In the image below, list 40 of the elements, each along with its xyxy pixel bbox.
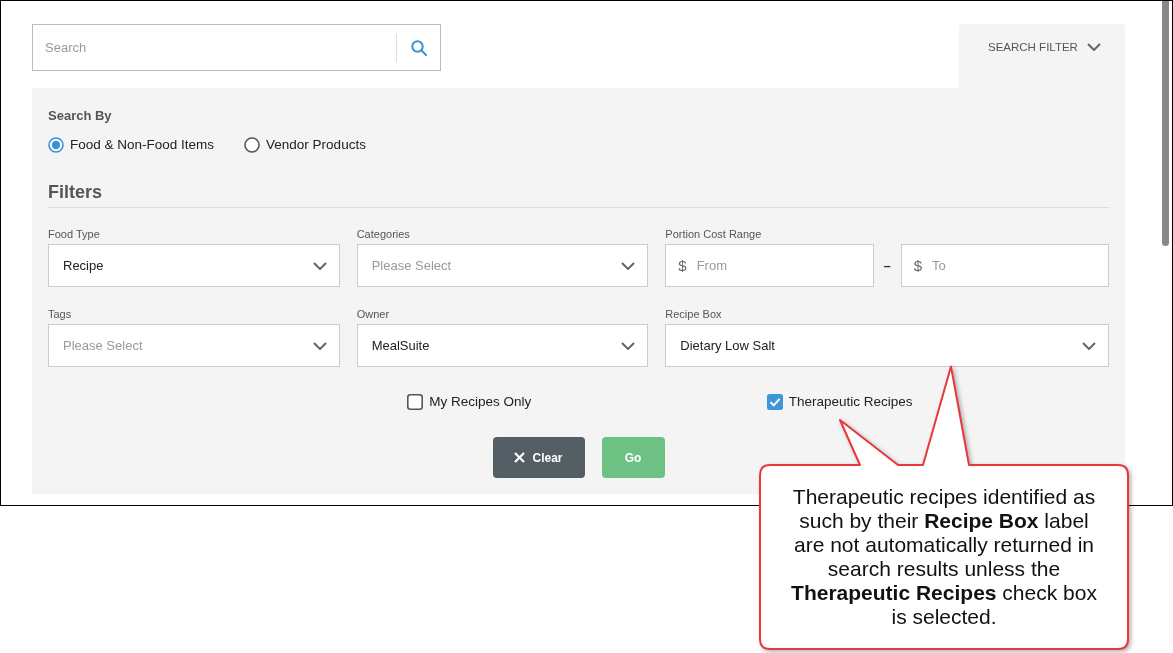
field-label: Tags [48, 307, 72, 321]
callout-text: Therapeutic recipes identified as such by their Recipe Box label are not automatically returned in search results unless the Therapeutic Recipes check box is selected. [790, 485, 1098, 629]
chevron-icon [312, 341, 327, 350]
field-label: Categories [356, 227, 410, 241]
chevron-icon [621, 261, 636, 270]
field-label: Portion Cost Range [665, 227, 762, 241]
radio-button[interactable] [244, 137, 261, 153]
search-input[interactable]: Search [33, 25, 396, 70]
search-icon[interactable] [410, 39, 427, 56]
field-label: Recipe Box [665, 307, 722, 321]
field-label: Food Type [48, 227, 100, 241]
checkbox[interactable] [407, 394, 424, 410]
chevron-icon [1086, 43, 1101, 51]
price-field[interactable]: $ From [665, 244, 874, 287]
range-separator: – [883, 258, 891, 273]
section-label: Search By [48, 108, 112, 124]
search-field[interactable]: Search [32, 24, 441, 71]
chevron-icon [621, 341, 636, 350]
checkbox-label[interactable]: My Recipes Only [429, 394, 532, 410]
checkbox-label[interactable]: Therapeutic Recipes [788, 394, 913, 410]
radio-label[interactable]: Vendor Products [266, 137, 366, 153]
field-label: Owner [356, 307, 390, 321]
radio-button[interactable] [48, 137, 64, 153]
radio-label[interactable]: Food & Non-Food Items [70, 137, 215, 153]
chevron-icon [312, 261, 327, 270]
currency-symbol: $ [913, 257, 922, 274]
cross-icon [514, 452, 526, 463]
scrollbar-thumb[interactable] [1162, 1, 1169, 246]
section-heading: Filters [48, 181, 103, 203]
price-input[interactable]: To [922, 245, 1108, 286]
dropdown[interactable]: Recipe [48, 244, 340, 287]
search-filter-toggle[interactable]: SEARCH FILTER [959, 24, 1125, 88]
price-field[interactable]: $ To [900, 244, 1109, 287]
currency-symbol: $ [678, 257, 687, 274]
dropdown[interactable]: MealSuite [356, 324, 649, 367]
chevron-icon [1082, 341, 1096, 350]
price-input[interactable]: From [686, 245, 873, 286]
dropdown[interactable]: Dietary Low Salt [665, 324, 1109, 367]
clear-button[interactable]: Clear [492, 437, 585, 478]
checkbox[interactable] [766, 394, 783, 410]
